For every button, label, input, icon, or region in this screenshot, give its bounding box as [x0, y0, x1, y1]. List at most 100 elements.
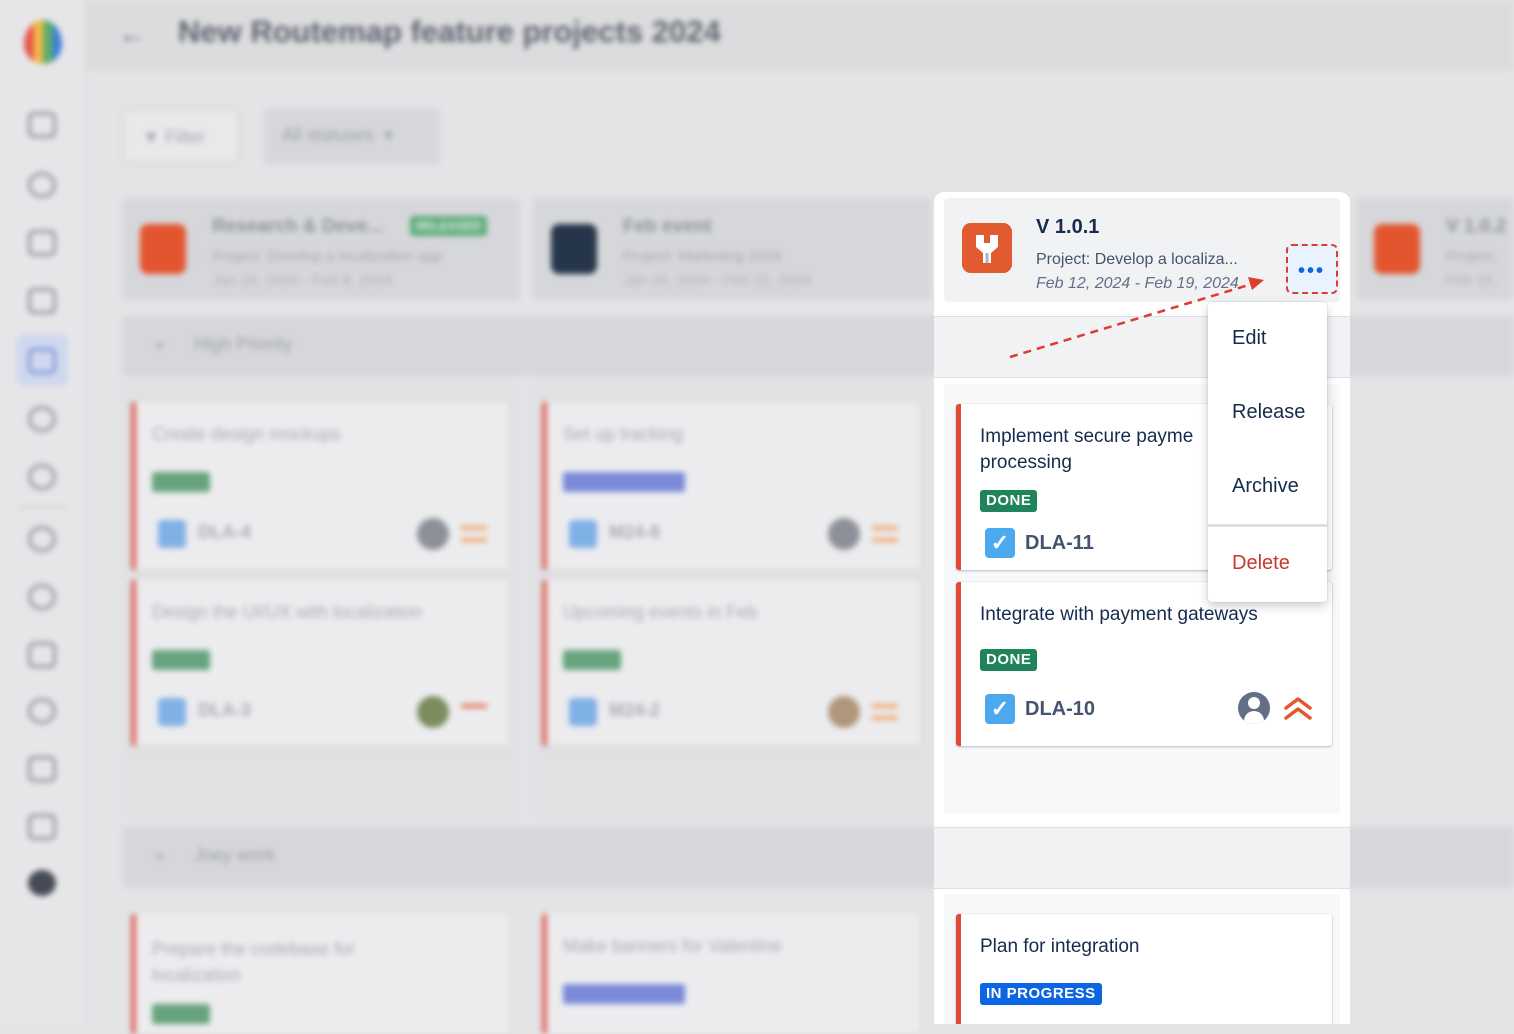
cloud-icon[interactable] [28, 172, 56, 198]
priority-high-icon [461, 704, 487, 720]
issue-card[interactable]: Design the UI/UX with localization DLA-3 [131, 580, 509, 746]
card-title: Prepare the codebase for localization [152, 939, 356, 985]
filter-icon: ▼ [142, 127, 165, 147]
more-actions-button[interactable]: ••• [1286, 244, 1338, 294]
card-title: Create design mockups [152, 424, 342, 444]
wrench-icon [962, 223, 1012, 273]
status-badge: DONE [980, 490, 1038, 512]
version-project: Project: Marketing 2024 [623, 248, 782, 265]
status-badge [563, 984, 685, 1004]
settings-icon[interactable] [28, 526, 56, 552]
board-icon[interactable] [28, 348, 56, 374]
version-dates: Jan 29, 2024 - Feb 8, 2024 [212, 272, 393, 289]
issue-card[interactable]: Create design mockups DLA-4 [131, 402, 509, 570]
group-row [934, 827, 1350, 889]
menu-divider [1208, 524, 1327, 527]
version-header[interactable]: V 1.0.2 Project: Feb 19, [1356, 198, 1514, 300]
list-icon[interactable] [28, 642, 56, 668]
version-title: Feb event [623, 216, 712, 237]
version-header[interactable]: Feb event Project: Marketing 2024 Jan 25… [533, 198, 931, 300]
grid-icon[interactable] [28, 288, 56, 314]
priority-medium-icon [872, 526, 898, 542]
version-header[interactable]: V 1.0.1 Project: Develop a localiza... F… [944, 198, 1340, 302]
status-badge: RELEASED [410, 216, 488, 236]
status-badge: DONE [980, 649, 1038, 671]
calendar-icon[interactable] [28, 230, 56, 256]
version-title: V 1.0.2 [1446, 216, 1507, 237]
issue-key: DLA-10 [1025, 698, 1096, 720]
menu-item-edit[interactable]: Edit [1232, 327, 1266, 350]
checkbox-icon [569, 698, 597, 726]
card-title: Make banners for Valentine [563, 936, 782, 956]
version-title: Research & Deve... [212, 216, 384, 237]
issue-card[interactable]: Make banners for Valentine [542, 914, 920, 1034]
group-label: High Priority [194, 334, 293, 354]
status-badge [563, 650, 621, 670]
menu-item-delete[interactable]: Delete [1232, 552, 1290, 575]
priority-medium-icon [461, 526, 487, 542]
monitor-icon[interactable] [28, 112, 56, 138]
checkbox-icon [569, 520, 597, 548]
status-badge [152, 1004, 210, 1024]
help-icon[interactable] [28, 870, 56, 896]
issue-key: DLA-11 [1025, 532, 1094, 554]
project-logo-icon [551, 224, 597, 274]
logo-icon [24, 20, 62, 64]
issue-card[interactable]: Plan for integration IN PROGRESS [956, 914, 1332, 1024]
version-dates: Jan 25, 2024 - Feb 15, 2024 [623, 272, 812, 289]
filter-button[interactable]: ▼ Filter [122, 108, 240, 164]
issue-card[interactable]: Set up tracking M24-8 [542, 402, 920, 570]
menu-item-archive[interactable]: Archive [1232, 475, 1299, 498]
avatar[interactable] [1238, 692, 1270, 724]
chevron-down-icon[interactable]: ⌄ [152, 332, 167, 353]
status-badge: IN PROGRESS [980, 983, 1102, 1005]
status-badge [152, 650, 210, 670]
shield-icon[interactable] [28, 698, 56, 724]
status-label: All statuses [282, 125, 375, 145]
issue-card[interactable]: Integrate with payment gateways DONE ✓ D… [956, 582, 1332, 746]
actions-menu: Edit Release Archive Delete [1208, 302, 1327, 602]
avatar [828, 518, 860, 550]
priority-medium-icon [872, 704, 898, 720]
keyboard-icon[interactable] [28, 814, 56, 840]
checkbox-icon: ✓ [985, 694, 1015, 724]
checkbox-icon: ✓ [985, 528, 1015, 558]
page-title: New Routemap feature projects 2024 [178, 14, 721, 49]
filter-label: Filter [164, 127, 205, 147]
status-dropdown[interactable]: All statuses ▾ [264, 108, 440, 164]
project-logo-icon [962, 223, 1012, 273]
avatar [828, 696, 860, 728]
version-dates: Feb 19, [1446, 272, 1497, 289]
version-project: Project: Develop a localization app [212, 248, 443, 265]
issue-card[interactable]: Prepare the codebase for localization [131, 914, 509, 1034]
version-header[interactable]: Research & Deve... RELEASED Project: Dev… [122, 198, 520, 300]
issue-key: M24-8 [609, 522, 661, 542]
more-horizontal-icon: ••• [1298, 260, 1326, 282]
status-badge [563, 472, 685, 492]
project-logo-icon [1374, 224, 1420, 274]
message-icon[interactable] [28, 756, 56, 782]
sidebar [0, 0, 86, 1024]
issue-key: DLA-3 [198, 700, 251, 720]
card-title: Set up tracking [563, 424, 684, 444]
card-title: Design the UI/UX with localization [152, 602, 423, 622]
version-title: V 1.0.1 [1036, 216, 1100, 238]
chat-icon[interactable] [28, 406, 56, 432]
chevron-down-icon: ▾ [374, 125, 394, 145]
bulb-icon[interactable] [28, 464, 56, 490]
avatar [417, 518, 449, 550]
menu-item-release[interactable]: Release [1232, 401, 1305, 424]
checkbox-icon [158, 698, 186, 726]
back-button[interactable]: ← [118, 18, 146, 50]
card-title: Plan for integration [980, 936, 1140, 957]
version-project: Project: [1446, 248, 1497, 265]
chevron-down-icon[interactable]: ⌄ [152, 843, 167, 864]
status-badge [152, 472, 210, 492]
issue-key: DLA-4 [198, 522, 251, 542]
issue-key: M24-2 [609, 700, 661, 720]
version-dates: Feb 12, 2024 - Feb 19, 2024 [1036, 275, 1239, 292]
issue-card[interactable]: Upcoming events in Feb M24-2 [542, 580, 920, 746]
info-icon[interactable] [28, 584, 56, 610]
card-title: Integrate with payment gateways [980, 604, 1258, 625]
group-label: Joey work [194, 845, 276, 865]
